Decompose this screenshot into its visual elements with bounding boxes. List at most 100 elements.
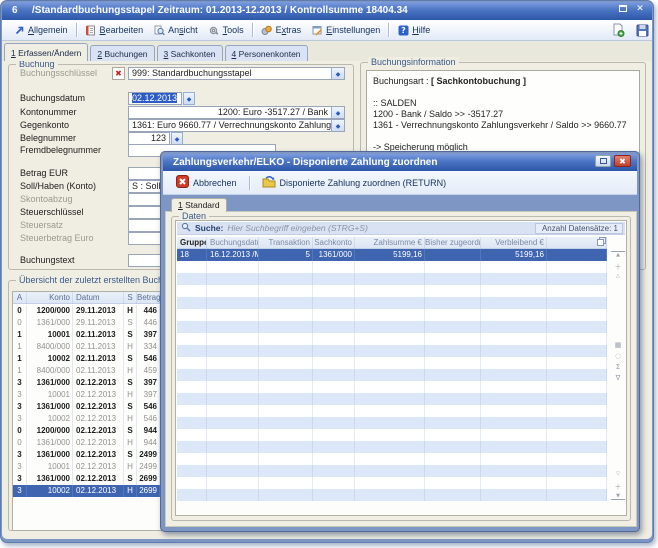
empty-row[interactable] [177,273,607,285]
close-window-button[interactable]: ✕ [634,4,646,15]
cell [177,261,207,273]
empty-row[interactable] [177,309,607,321]
grid-copy-icon[interactable] [547,237,607,249]
empty-row[interactable] [177,369,607,381]
add-row2-icon[interactable]: ＋ [611,482,625,492]
menu-item-ansicht[interactable]: Ansicht [148,22,203,38]
menu-item-einstellungen[interactable]: Einstellungen [306,22,385,38]
empty-row[interactable] [177,429,607,441]
spinner-button[interactable]: ◆ [183,92,195,105]
empty-row[interactable] [177,477,607,489]
empty-row[interactable] [177,405,607,417]
restore-window-button[interactable] [616,4,630,15]
tab-buchungen[interactable]: 2 Buchungen [90,45,154,61]
cell [313,321,355,333]
dialog-maximize-button[interactable] [595,155,611,167]
cell: 1361/000 [313,249,355,261]
restore-icon [619,5,627,12]
cell [425,441,481,453]
info-line: :: SALDEN [373,98,633,109]
cell [355,405,425,417]
dropdown-button[interactable]: ◆ [331,120,344,131]
kontonummer-combo[interactable]: 1200: Euro -3517.27 / Bank◆ [128,106,345,119]
scroll-up-icon[interactable]: △ [611,273,625,279]
cell [259,429,313,441]
cell [177,333,207,345]
cell: 29.11.2013 [73,305,124,317]
empty-row[interactable] [177,381,607,393]
menu-item-tools[interactable]: Tools [203,22,249,38]
tab-strip: 1 Erfassen/Ändern2 Buchungen3 Sachkonten… [2,41,652,61]
buchungsdatum-input[interactable]: 02.12.2013 [128,92,182,105]
cell: Gruppe [177,237,207,249]
scroll-down-icon[interactable]: ▽ [611,471,625,477]
assign-payment-button[interactable]: Disponierte Zahlung zuordnen (RETURN) [258,173,451,192]
sum-icon[interactable]: Σ [611,363,625,371]
cell [313,465,355,477]
clear-field-button[interactable]: ✖ [112,67,125,80]
cell [425,405,481,417]
empty-row[interactable] [177,285,607,297]
save-icon[interactable] [634,22,650,38]
cell: 1361/000 [27,449,73,461]
empty-row[interactable] [177,321,607,333]
cell: 944 [137,425,160,437]
cancel-button[interactable]: Abbrechen [172,173,241,192]
dropdown-button[interactable]: ◆ [331,107,344,118]
cell [177,297,207,309]
info-line: 1200 - Bank / Saldo >> -3517.27 [373,109,633,120]
tab-sachkonten[interactable]: 3 Sachkonten [157,45,223,61]
cell [547,261,607,273]
cell: 446 [137,317,160,329]
empty-row[interactable] [177,357,607,369]
cell: 944 [137,437,160,449]
cell [425,345,481,357]
menu-separator [76,23,77,37]
cell [177,345,207,357]
dialog-close-button[interactable]: ✖ [614,155,631,167]
cell [547,393,607,405]
payment-row[interactable]: 1816.12.2013 /Mo51361/0005199,165199,16 [177,249,607,261]
tab-erfassen-ndern[interactable]: 1 Erfassen/Ändern [4,43,88,61]
new-document-icon[interactable] [610,22,626,38]
empty-row[interactable] [177,453,607,465]
empty-row[interactable] [177,345,607,357]
empty-row[interactable] [177,393,607,405]
filter-icon[interactable]: ∇ [611,374,625,382]
menu-item-bearbeiten[interactable]: Bearbeiten [80,22,149,38]
cell: S [124,292,137,304]
grid-view-icon[interactable]: ▦ [611,341,625,349]
cell [481,453,547,465]
cell: H [124,413,137,425]
search-rows-icon[interactable]: ◌ [611,352,625,360]
empty-row[interactable] [177,333,607,345]
scroll-top-icon[interactable]: ▲ [611,251,625,258]
field-row-buchungsschluessel: Buchungsschlüssel✖999: Standardbuchungss… [0,67,358,80]
scroll-bottom-icon[interactable]: ▼ [611,493,625,500]
buchungsschluessel-combo[interactable]: 999: Standardbuchungsstapel◆ [128,67,345,80]
tools-icon [208,24,220,36]
menu-item-allgemein[interactable]: Allgemein [8,22,73,38]
menu-separator [252,23,253,37]
empty-row[interactable] [177,441,607,453]
cell: 02.12.2013 [73,437,124,449]
tab-personenkonten[interactable]: 4 Personenkonten [225,45,308,61]
gegenkonto-combo[interactable]: 1361: Euro 9660.77 / Verrechnungskonto Z… [128,119,345,132]
empty-row[interactable] [177,465,607,477]
menu-item-extras[interactable]: Extras [256,22,307,38]
cell: 0 [13,437,27,449]
cell [355,369,425,381]
empty-row[interactable] [177,489,607,501]
cell: Bisher zugeordnet [425,237,481,249]
empty-row[interactable] [177,261,607,273]
cell [207,261,259,273]
empty-row[interactable] [177,297,607,309]
menu-item-hilfe[interactable]: ?Hilfe [392,22,435,38]
add-row-icon[interactable]: ＋ [611,262,625,272]
cell [355,381,425,393]
cell [313,429,355,441]
dropdown-button[interactable]: ◆ [331,68,344,79]
cell: 397 [137,377,160,389]
empty-row[interactable] [177,417,607,429]
tab-standard[interactable]: 1 Standard [171,198,227,212]
